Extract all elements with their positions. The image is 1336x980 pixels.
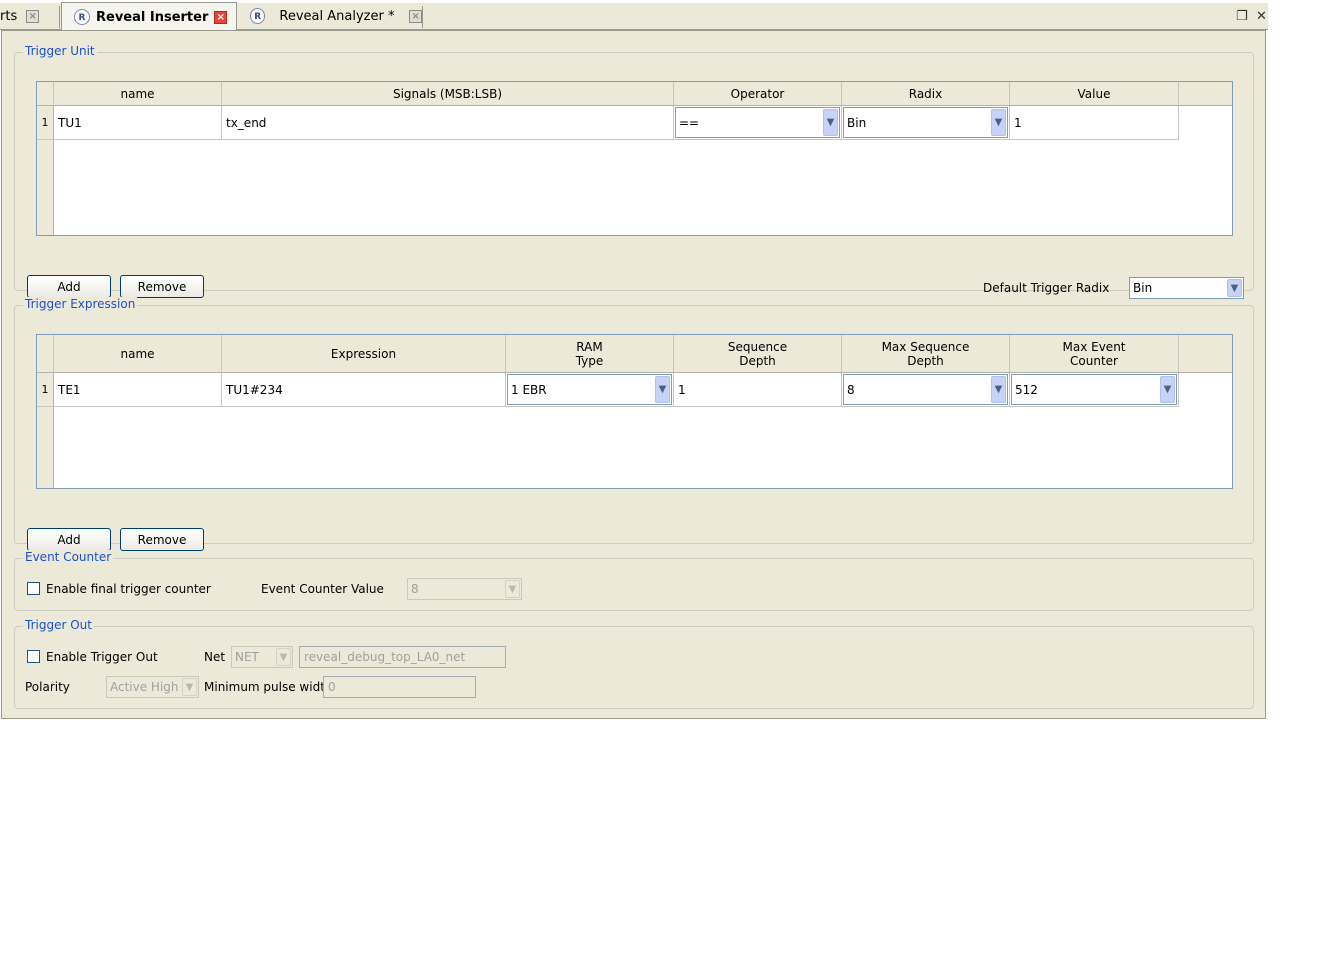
row-number: 1 [37, 373, 54, 407]
column-header-ram-type[interactable]: RAM Type [506, 335, 674, 372]
trigger-expression-group: Trigger Expression name Expression RAM T… [14, 297, 1254, 551]
trigger-out-group: Trigger Out Enable Trigger Out Net NET ▼… [14, 618, 1254, 709]
row-number-header [37, 335, 54, 372]
column-header-max-event-counter[interactable]: Max Event Counter [1010, 335, 1179, 372]
close-icon[interactable]: × [214, 10, 228, 24]
remove-trigger-expression-button[interactable]: Remove [120, 528, 204, 551]
add-trigger-expression-button[interactable]: Add [27, 528, 111, 551]
tab-reveal-inserter[interactable]: R Reveal Inserter × [61, 2, 237, 31]
tab-reports[interactable]: rts × [0, 3, 52, 29]
remove-trigger-unit-button[interactable]: Remove [120, 275, 204, 298]
chevron-down-icon[interactable]: ▼ [1160, 376, 1175, 403]
cell-name[interactable]: TE1 [54, 373, 222, 407]
cell-ram-type[interactable]: 1 EBR ▼ [506, 373, 674, 407]
chevron-down-icon[interactable]: ▼ [991, 109, 1006, 136]
cell-radix[interactable]: Bin ▼ [842, 106, 1010, 140]
cell-value[interactable]: 1 [1010, 106, 1179, 140]
default-trigger-radix-select[interactable]: Bin ▼ [1129, 277, 1244, 299]
chevron-down-icon[interactable]: ▼ [182, 678, 197, 696]
cell-signals[interactable]: tx_end [222, 106, 674, 140]
max-event-counter-select[interactable]: 512 ▼ [1011, 374, 1177, 405]
cell-max-sequence-depth[interactable]: 8 ▼ [842, 373, 1010, 407]
event-counter-value: 8 [411, 582, 419, 596]
ram-type-select[interactable]: 1 EBR ▼ [507, 374, 672, 405]
chevron-down-icon[interactable]: ▼ [276, 648, 291, 666]
table-header: name Expression RAM Type Sequence Depth … [37, 335, 1232, 373]
trigger-unit-table: name Signals (MSB:LSB) Operator Radix Va… [36, 81, 1233, 236]
tab-label: Reveal Inserter [96, 9, 209, 25]
tab-label: rts [0, 8, 18, 24]
radix-value: Bin [847, 115, 867, 130]
column-header-radix[interactable]: Radix [842, 82, 1010, 105]
reveal-analyzer-icon: R [250, 8, 266, 24]
column-header-max-sequence-depth[interactable]: Max Sequence Depth [842, 335, 1010, 372]
polarity-value: Active High [110, 680, 179, 694]
enable-final-trigger-counter-checkbox[interactable] [27, 582, 40, 595]
tab-label: Reveal Analyzer * [279, 8, 395, 24]
net-name-field[interactable]: reveal_debug_top_LA0_net [299, 646, 506, 668]
event-counter-value-label: Event Counter Value [261, 582, 384, 596]
row-number-header [37, 82, 54, 105]
net-type-select[interactable]: NET ▼ [231, 646, 293, 668]
minimum-pulse-width-label: Minimum pulse width [204, 680, 333, 694]
tab-separator [59, 6, 60, 28]
close-icon[interactable]: × [26, 9, 40, 23]
column-header-sequence-depth[interactable]: Sequence Depth [674, 335, 842, 372]
column-header-signals[interactable]: Signals (MSB:LSB) [222, 82, 674, 105]
radix-select[interactable]: Bin ▼ [843, 107, 1008, 138]
event-counter-legend: Event Counter [23, 550, 114, 564]
column-header-name[interactable]: name [54, 335, 222, 372]
cell-sequence-depth[interactable]: 1 [674, 373, 842, 407]
polarity-select[interactable]: Active High ▼ [106, 676, 199, 698]
trigger-unit-group: Trigger Unit name Signals (MSB:LSB) Oper… [14, 44, 1254, 299]
minimum-pulse-width-field[interactable]: 0 [323, 676, 476, 698]
net-label: Net [204, 650, 226, 664]
tab-bar: rts × R Reveal Inserter × R Reveal Analy… [0, 2, 1268, 31]
operator-select[interactable]: == ▼ [675, 107, 840, 138]
net-type-value: NET [235, 650, 259, 664]
default-radix-value: Bin [1133, 281, 1153, 295]
event-counter-group: Event Counter Enable final trigger count… [14, 550, 1254, 611]
add-trigger-unit-button[interactable]: Add [27, 275, 111, 298]
max-event-counter-value: 512 [1015, 382, 1038, 397]
table-header: name Signals (MSB:LSB) Operator Radix Va… [37, 82, 1232, 106]
chevron-down-icon[interactable]: ▼ [1227, 279, 1242, 297]
chevron-down-icon[interactable]: ▼ [655, 376, 670, 403]
max-sequence-depth-value: 8 [847, 382, 855, 397]
trigger-expression-table: name Expression RAM Type Sequence Depth … [36, 334, 1233, 489]
close-window-icon[interactable]: ✕ [1256, 9, 1267, 24]
trigger-expression-legend: Trigger Expression [23, 297, 138, 311]
enable-trigger-out-checkbox[interactable] [27, 650, 40, 663]
chevron-down-icon[interactable]: ▼ [505, 580, 520, 598]
cell-max-event-counter[interactable]: 512 ▼ [1010, 373, 1179, 407]
trigger-out-legend: Trigger Out [23, 618, 94, 632]
chevron-down-icon[interactable]: ▼ [991, 376, 1006, 403]
restore-icon[interactable]: ❐ [1236, 9, 1248, 24]
column-header-expression[interactable]: Expression [222, 335, 506, 372]
reveal-inserter-panel: Trigger Unit name Signals (MSB:LSB) Oper… [1, 30, 1266, 719]
trigger-unit-legend: Trigger Unit [23, 44, 97, 58]
tab-separator [422, 6, 423, 28]
default-trigger-radix-label: Default Trigger Radix [983, 281, 1110, 295]
event-counter-value-select[interactable]: 8 ▼ [407, 578, 522, 600]
column-header-operator[interactable]: Operator [674, 82, 842, 105]
column-header-value[interactable]: Value [1010, 82, 1179, 105]
ram-type-value: 1 EBR [511, 382, 547, 397]
column-header-name[interactable]: name [54, 82, 222, 105]
close-icon[interactable]: × [409, 9, 422, 23]
tab-reveal-analyzer[interactable]: R Reveal Analyzer * × [240, 3, 422, 29]
row-number: 1 [37, 106, 54, 140]
polarity-label: Polarity [25, 680, 70, 694]
cell-operator[interactable]: == ▼ [674, 106, 842, 140]
enable-final-trigger-counter-label: Enable final trigger counter [46, 582, 211, 596]
cell-name[interactable]: TU1 [54, 106, 222, 140]
max-sequence-depth-select[interactable]: 8 ▼ [843, 374, 1008, 405]
cell-expression[interactable]: TU1#234 [222, 373, 506, 407]
operator-value: == [679, 115, 700, 130]
enable-trigger-out-label: Enable Trigger Out [46, 650, 158, 664]
chevron-down-icon[interactable]: ▼ [823, 109, 838, 136]
reveal-inserter-icon: R [74, 9, 90, 25]
